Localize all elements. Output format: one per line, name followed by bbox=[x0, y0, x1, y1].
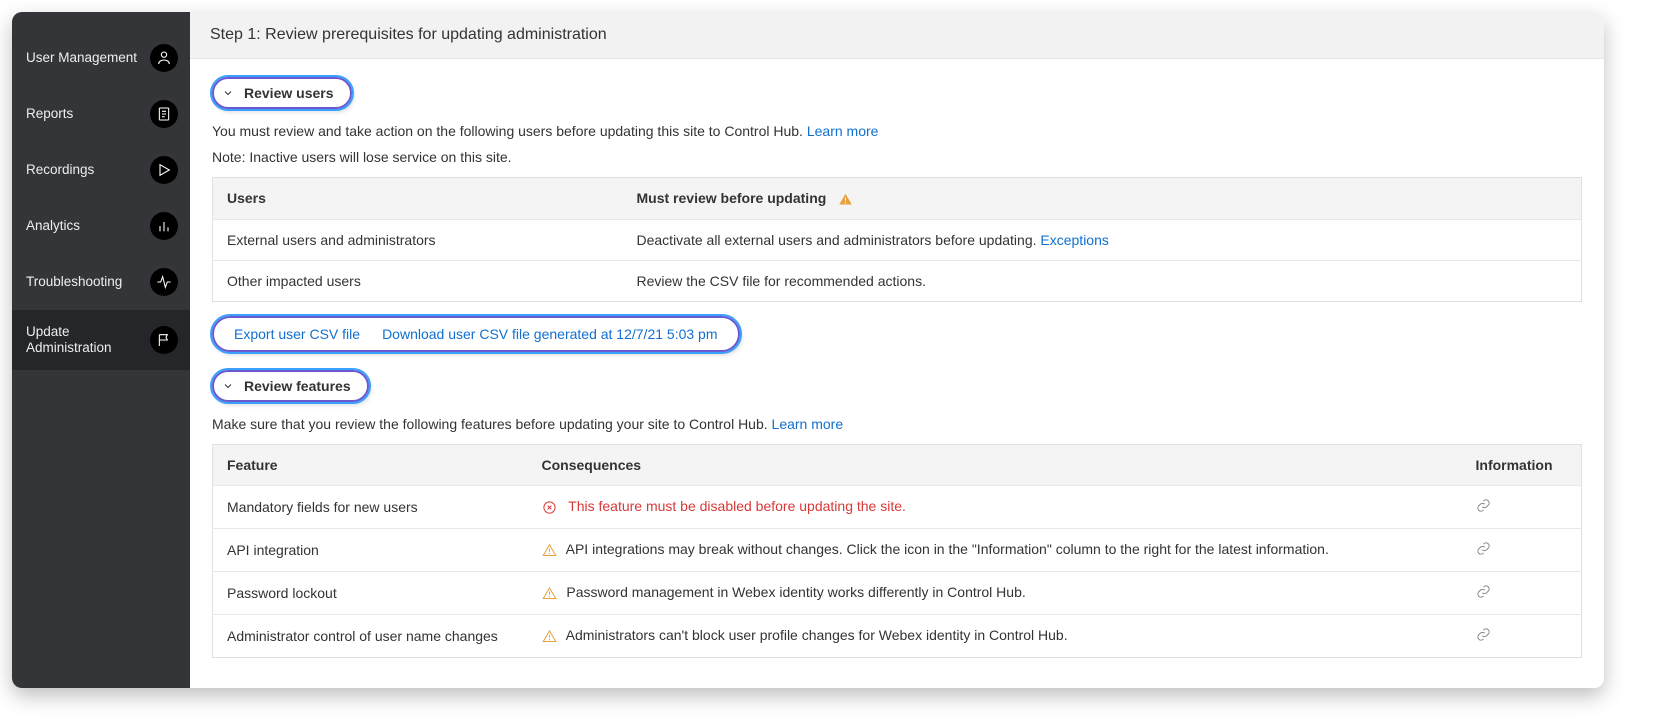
flag-icon bbox=[150, 326, 178, 354]
sidebar-item-recordings[interactable]: Recordings bbox=[12, 142, 190, 198]
sidebar-item-label: Troubleshooting bbox=[26, 274, 122, 290]
sidebar-item-analytics[interactable]: Analytics bbox=[12, 198, 190, 254]
col-consequences: Consequences bbox=[528, 444, 1462, 485]
download-csv-link[interactable]: Download user CSV file generated at 12/7… bbox=[382, 326, 717, 342]
warning-icon bbox=[542, 543, 557, 558]
warning-icon bbox=[838, 192, 853, 207]
users-table: Users Must review before updating Extern… bbox=[212, 177, 1582, 302]
table-row: Mandatory fields for new users This feat… bbox=[213, 485, 1582, 528]
info-link-icon[interactable] bbox=[1476, 541, 1491, 556]
info-link-icon[interactable] bbox=[1476, 498, 1491, 513]
intro-text: You must review and take action on the f… bbox=[212, 123, 1582, 139]
step-header: Step 1: Review prerequisites for updatin… bbox=[190, 12, 1604, 59]
warning-icon bbox=[542, 586, 557, 601]
user-icon bbox=[150, 44, 178, 72]
table-row: Other impacted users Review the CSV file… bbox=[213, 260, 1582, 301]
main-panel: Step 1: Review prerequisites for updatin… bbox=[190, 12, 1604, 688]
review-users-toggle[interactable]: Review users bbox=[212, 77, 352, 109]
sidebar-item-reports[interactable]: Reports bbox=[12, 86, 190, 142]
sidebar-item-user-management[interactable]: User Management bbox=[12, 30, 190, 86]
table-row: Administrator control of user name chang… bbox=[213, 614, 1582, 657]
col-users: Users bbox=[213, 178, 623, 220]
table-row: Password lockout Password management in … bbox=[213, 571, 1582, 614]
section-title: Review users bbox=[244, 85, 334, 101]
review-users-body: You must review and take action on the f… bbox=[212, 123, 1582, 352]
export-csv-link[interactable]: Export user CSV file bbox=[234, 326, 360, 342]
col-feature: Feature bbox=[213, 444, 528, 485]
table-row: API integration API integrations may bre… bbox=[213, 528, 1582, 571]
chevron-down-icon bbox=[222, 87, 234, 99]
csv-actions: Export user CSV file Download user CSV f… bbox=[212, 316, 740, 352]
review-features-toggle[interactable]: Review features bbox=[212, 370, 369, 402]
features-table: Feature Consequences Information Mandato… bbox=[212, 444, 1582, 658]
sidebar-item-troubleshooting[interactable]: Troubleshooting bbox=[12, 254, 190, 310]
sidebar-item-label: User Management bbox=[26, 50, 137, 66]
warning-icon bbox=[542, 629, 557, 644]
sidebar-item-label: Update Administration bbox=[26, 324, 150, 356]
sidebar-item-label: Recordings bbox=[26, 162, 94, 178]
col-review: Must review before updating bbox=[623, 178, 1582, 220]
learn-more-link[interactable]: Learn more bbox=[807, 123, 879, 139]
table-row: External users and administrators Deacti… bbox=[213, 219, 1582, 260]
play-icon bbox=[150, 156, 178, 184]
chevron-down-icon bbox=[222, 380, 234, 392]
bars-icon bbox=[150, 212, 178, 240]
activity-icon bbox=[150, 268, 178, 296]
learn-more-link[interactable]: Learn more bbox=[772, 416, 844, 432]
exceptions-link[interactable]: Exceptions bbox=[1040, 232, 1108, 248]
note-text: Note: Inactive users will lose service o… bbox=[212, 149, 1582, 165]
sidebar-item-label: Reports bbox=[26, 106, 73, 122]
intro-text: Make sure that you review the following … bbox=[212, 416, 1582, 432]
sidebar-item-label: Analytics bbox=[26, 218, 80, 234]
info-link-icon[interactable] bbox=[1476, 627, 1491, 642]
sidebar: User Management Reports Recordings Analy… bbox=[12, 12, 190, 688]
app-window: User Management Reports Recordings Analy… bbox=[12, 12, 1604, 688]
col-information: Information bbox=[1462, 444, 1582, 485]
review-features-body: Make sure that you review the following … bbox=[212, 416, 1582, 658]
info-link-icon[interactable] bbox=[1476, 584, 1491, 599]
document-icon bbox=[150, 100, 178, 128]
error-icon bbox=[542, 500, 557, 515]
section-title: Review features bbox=[244, 378, 351, 394]
sidebar-item-update-administration[interactable]: Update Administration bbox=[12, 310, 190, 370]
